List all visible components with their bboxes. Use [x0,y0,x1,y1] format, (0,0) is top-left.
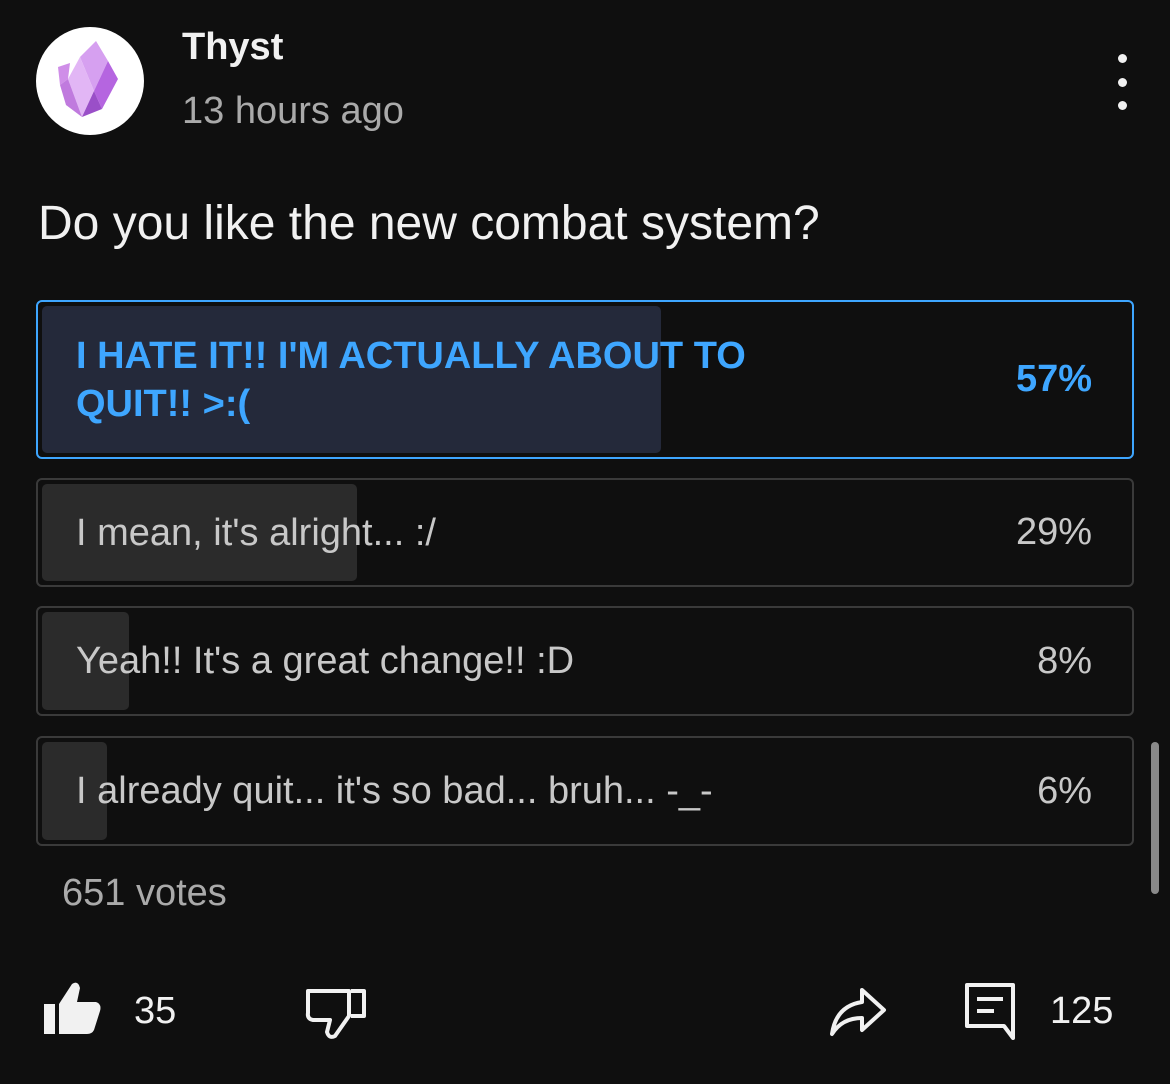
comment-icon [965,983,1015,1040]
purple-crystal-icon [58,41,118,117]
vote-count: 651 votes [62,872,227,914]
thumbs-up-icon [44,982,101,1034]
post-timestamp: 13 hours ago [182,90,404,132]
scrollbar[interactable] [1151,742,1159,894]
poll-option-percent: 6% [1037,769,1092,812]
thumbs-down-icon [305,989,366,1039]
poll-option-percent: 8% [1037,639,1092,682]
comment-count: 125 [1050,990,1114,1032]
poll-option-percent: 57% [1015,358,1092,400]
dislike-button[interactable] [305,988,367,1040]
more-vertical-icon[interactable] [1104,54,1140,110]
comments-button[interactable] [964,982,1016,1040]
poll-question: Do you like the new combat system? [38,197,820,250]
poll-option-label: I already quit... it's so bad... bruh...… [76,770,713,812]
share-button[interactable] [828,986,888,1038]
like-count: 35 [134,990,177,1032]
share-icon [830,988,886,1036]
poll-option-2[interactable]: I mean, it's alright... :/ 29% [36,478,1134,587]
poll-option-label: I mean, it's alright... :/ [76,511,436,554]
poll-option-3[interactable]: Yeah!! It's a great change!! :D 8% [36,606,1134,716]
channel-avatar[interactable] [36,27,144,135]
poll-option-percent: 29% [1015,511,1092,553]
channel-name[interactable]: Thyst [182,26,283,69]
poll-option-1[interactable]: I HATE IT!! I'M ACTUALLY ABOUT TO QUIT!!… [36,300,1134,459]
menu-dot [1117,77,1127,87]
menu-dot [1117,54,1127,63]
menu-dot [1117,101,1127,110]
like-button[interactable] [42,980,102,1036]
poll-option-4[interactable]: I already quit... it's so bad... bruh...… [36,736,1134,846]
poll-option-label: I HATE IT!! I'M ACTUALLY ABOUT TO QUIT!!… [76,334,746,425]
poll-option-label: Yeah!! It's a great change!! :D [76,640,575,682]
